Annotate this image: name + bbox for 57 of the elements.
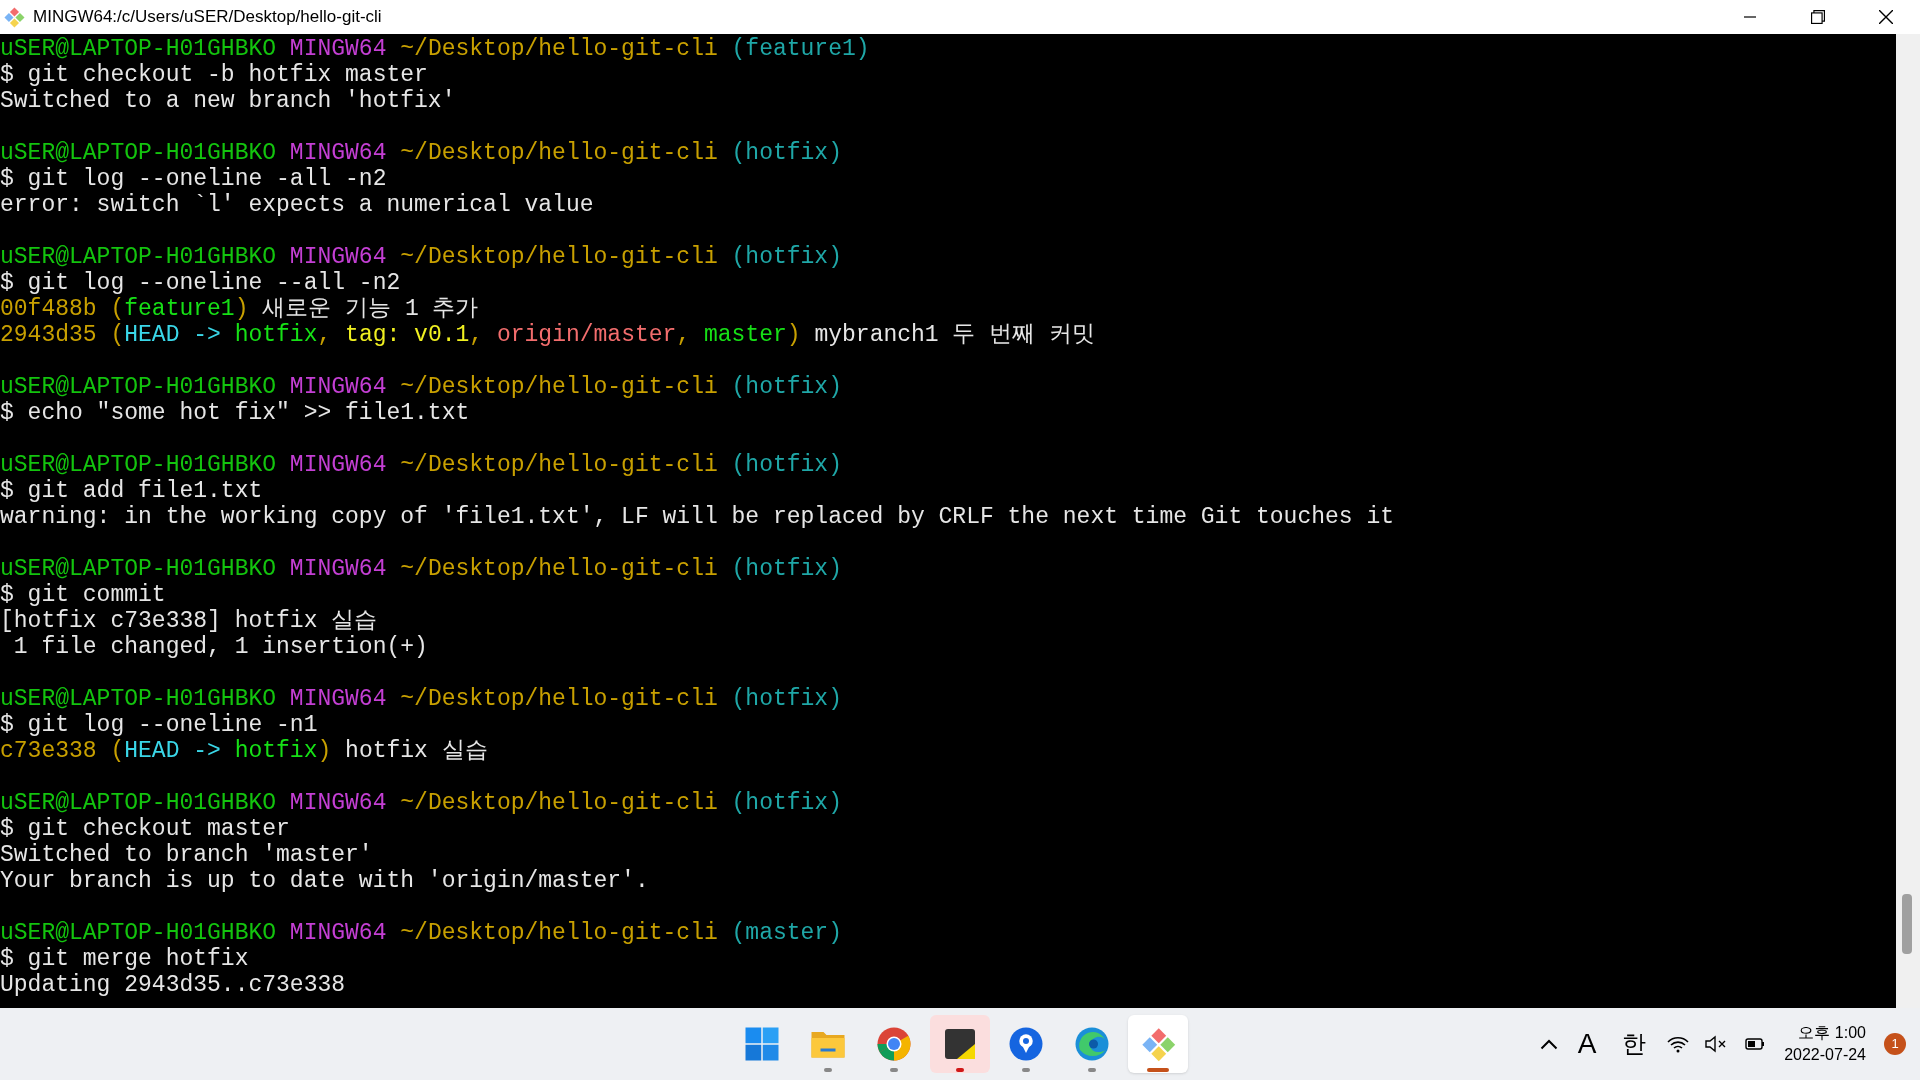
terminal-line: 2943d35 (HEAD -> hotfix, tag: v0.1, origin/master, master) mybranch1 두 번째 커밋 [0, 322, 1096, 348]
wifi-icon[interactable] [1666, 1034, 1691, 1054]
git-bash-icon [1140, 1026, 1176, 1062]
terminal-line: Switched to a new branch 'hotfix' [0, 88, 456, 114]
scrollbar-thumb[interactable] [1902, 894, 1912, 954]
terminal-line: $ git log --oneline -all -n2 [0, 166, 387, 192]
clock-time: 오후 1:00 [1798, 1023, 1866, 1043]
terminal-line: error: switch `l' expects a numerical value [0, 192, 594, 218]
terminal-line: Switched to branch 'master' [0, 842, 373, 868]
window-title: MINGW64:/c/Users/uSER/Desktop/hello-git-cli [33, 6, 382, 29]
running-indicator [1088, 1068, 1096, 1072]
terminal-line: [hotfix c73e338] hotfix 실습 [0, 608, 378, 634]
close-icon [1879, 10, 1893, 24]
terminal-line: $ git merge hotfix [0, 946, 249, 972]
terminal-line: uSER@LAPTOP-H01GHBKO MINGW64 ~/Desktop/hello-git-cli (hotfix) [0, 244, 842, 270]
chevron-up-icon[interactable] [1540, 1038, 1559, 1050]
terminal-line: $ git commit [0, 582, 166, 608]
terminal-line: $ echo "some hot fix" >> file1.txt [0, 400, 470, 426]
clock-date: 2022-07-24 [1784, 1045, 1866, 1065]
terminal-line: warning: in the working copy of 'file1.txt', LF will be replaced by CRLF the next time Git touches it [0, 504, 1395, 530]
edge-browser-icon [1074, 1026, 1110, 1062]
running-indicator [890, 1068, 898, 1072]
taskbar-app[interactable] [1128, 1015, 1188, 1073]
running-indicator [1147, 1068, 1169, 1072]
terminal-line: $ git log --oneline -n1 [0, 712, 318, 738]
terminal-line: uSER@LAPTOP-H01GHBKO MINGW64 ~/Desktop/hello-git-cli (master) [0, 920, 842, 946]
running-indicator [824, 1068, 832, 1072]
terminal-line: $ git checkout -b hotfix master [0, 62, 428, 88]
sticky-note-icon [942, 1026, 978, 1062]
terminal-line: Your branch is up to date with 'origin/master'. [0, 868, 649, 894]
terminal-line: 00f488b (feature1) 새로운 기능 1 추가 [0, 296, 479, 322]
chrome-icon [876, 1026, 912, 1062]
terminal-line: $ git log --oneline --all -n2 [0, 270, 401, 296]
terminal-line: $ git checkout master [0, 816, 290, 842]
terminal-line: uSER@LAPTOP-H01GHBKO MINGW64 ~/Desktop/hello-git-cli (hotfix) [0, 140, 842, 166]
terminal-line: uSER@LAPTOP-H01GHBKO MINGW64 ~/Desktop/hello-git-cli (hotfix) [0, 452, 842, 478]
terminal-line: c73e338 (HEAD -> hotfix) hotfix 실습 [0, 738, 488, 764]
running-indicator [1022, 1068, 1030, 1072]
terminal-line: uSER@LAPTOP-H01GHBKO MINGW64 ~/Desktop/hello-git-cli (hotfix) [0, 790, 842, 816]
terminal-line: uSER@LAPTOP-H01GHBKO MINGW64 ~/Desktop/hello-git-cli (hotfix) [0, 686, 842, 712]
running-indicator [956, 1068, 964, 1072]
terminal-line: 1 file changed, 1 insertion(+) [12, 634, 428, 660]
git-logo-icon [3, 6, 25, 28]
terminal-line: $ git add file1.txt [0, 478, 263, 504]
terminal-line: Updating 2943d35..c73e338 [0, 972, 346, 998]
terminal-line: uSER@LAPTOP-H01GHBKO MINGW64 ~/Desktop/hello-git-cli (hotfix) [0, 374, 842, 400]
terminal-line: uSER@LAPTOP-H01GHBKO MINGW64 ~/Desktop/hello-git-cli (hotfix) [0, 556, 842, 582]
clock[interactable]: 오후 1:00 2022-07-24 [1780, 1022, 1870, 1066]
input-mode-indicator[interactable]: A [1572, 1023, 1603, 1065]
windows-logo-icon [744, 1026, 780, 1062]
restore-icon [1811, 10, 1825, 24]
location-pin-icon [1008, 1026, 1044, 1062]
ime-indicator[interactable]: 한 [1616, 1026, 1653, 1062]
scrollbar[interactable] [1896, 34, 1920, 1008]
taskbar-app[interactable] [930, 1015, 990, 1073]
terminal-line: uSER@LAPTOP-H01GHBKO MINGW64 ~/Desktop/hello-git-cli (feature1) [0, 36, 870, 62]
notification-badge[interactable]: 1 [1884, 1033, 1906, 1055]
